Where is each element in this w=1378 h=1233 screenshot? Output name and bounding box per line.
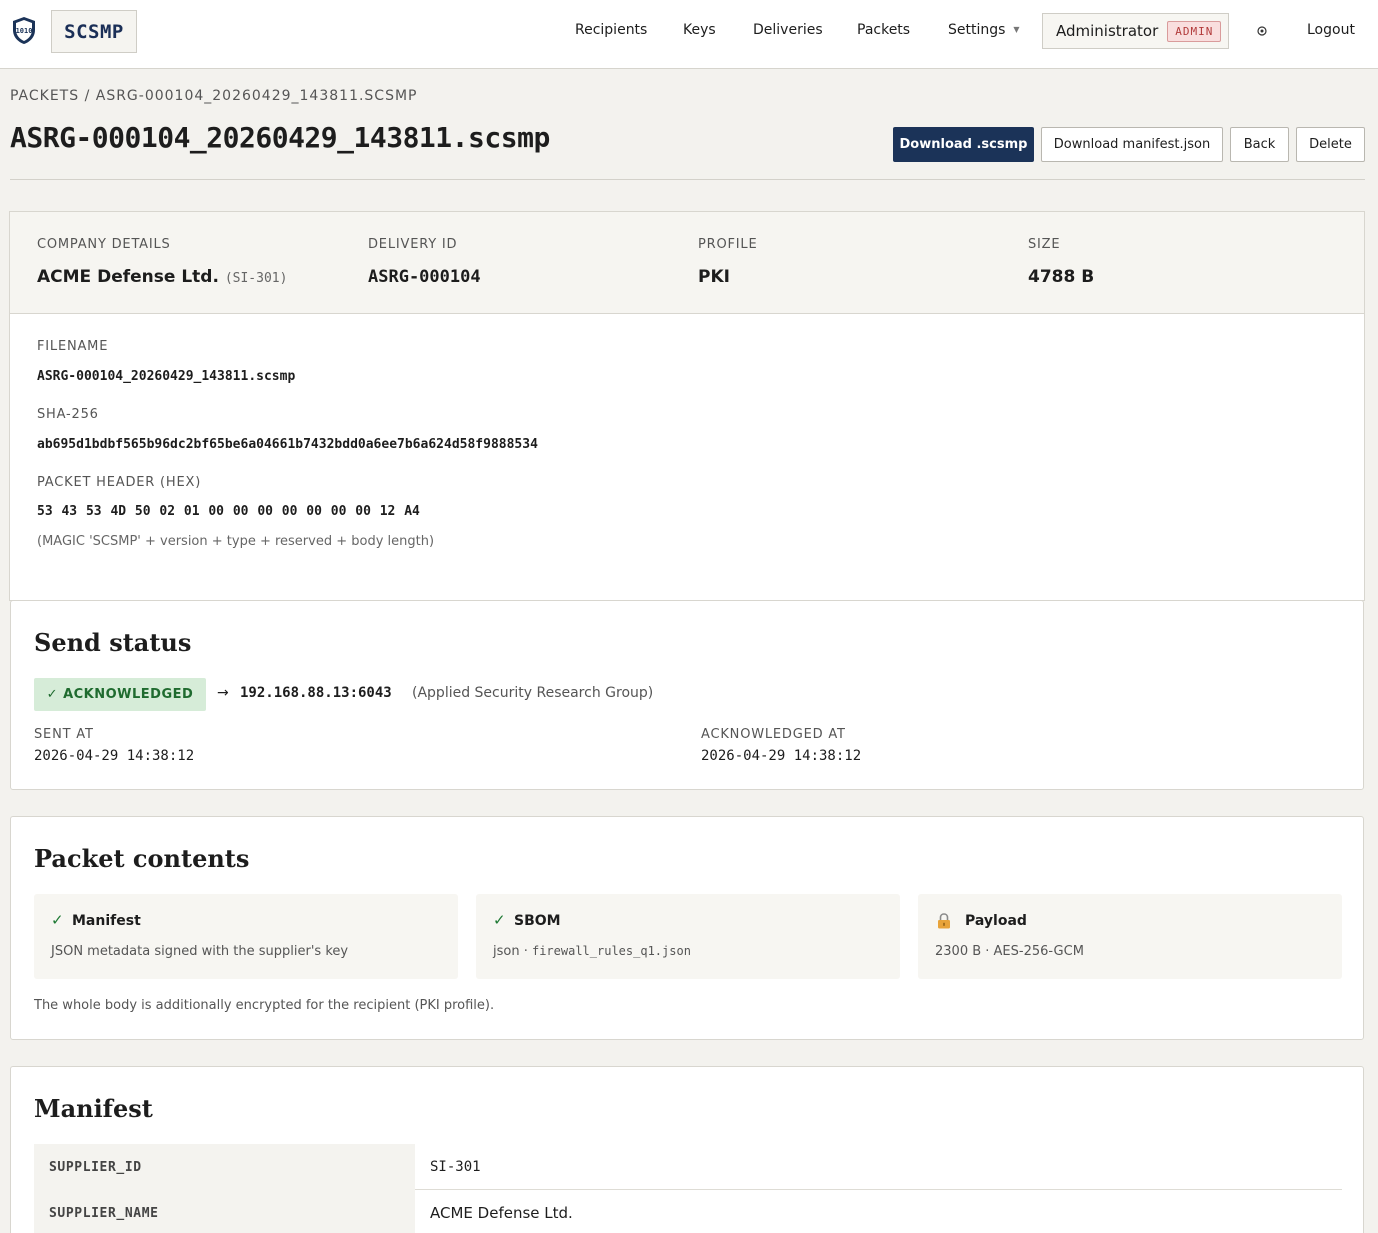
brand-logo[interactable]: SCSMP <box>51 10 137 53</box>
content-card-title: Manifest <box>72 913 141 929</box>
header-hex-value: 53 43 53 4D 50 02 01 00 00 00 00 00 00 0… <box>37 504 420 519</box>
manifest-key: SUPPLIER_NAME <box>34 1190 415 1233</box>
nav-deliveries[interactable]: Deliveries <box>753 22 823 38</box>
content-card-desc: 2300 B · AES-256-GCM <box>935 944 1084 959</box>
check-icon: ✓ <box>493 911 506 929</box>
nav-packets[interactable]: Packets <box>857 22 910 38</box>
send-status-title: Send status <box>34 628 192 657</box>
svg-text:1010: 1010 <box>16 27 33 35</box>
nav-keys[interactable]: Keys <box>683 22 716 38</box>
shield-logo-icon[interactable]: 1010 <box>11 16 37 45</box>
content-card-desc: json · firewall_rules_q1.json <box>493 944 691 959</box>
logout-link[interactable]: Logout <box>1307 22 1355 38</box>
sent-at-value: 2026-04-29 14:38:12 <box>34 748 195 764</box>
size-label: SIZE <box>1028 237 1061 252</box>
divider <box>10 179 1365 180</box>
nav-recipients[interactable]: Recipients <box>575 22 647 38</box>
profile-label: PROFILE <box>698 237 758 252</box>
delete-button[interactable]: Delete <box>1296 127 1365 162</box>
content-card-sbom: ✓ SBOM json · firewall_rules_q1.json <box>476 894 900 979</box>
acknowledged-at-label: ACKNOWLEDGED AT <box>701 727 846 742</box>
summary-header: COMPANY DETAILS ACME Defense Ltd. (SI-30… <box>10 212 1364 314</box>
user-menu[interactable]: Administrator ADMIN <box>1042 13 1229 49</box>
manifest-value: SI-301 <box>430 1159 481 1175</box>
status-badge: ✓ ACKNOWLEDGED <box>34 678 206 711</box>
sbom-format: json · <box>493 944 532 959</box>
packet-contents-title: Packet contents <box>34 844 250 873</box>
sent-at-label: SENT AT <box>34 727 94 742</box>
user-name: Administrator <box>1056 22 1159 40</box>
filename-value: ASRG-000104_20260429_143811.scsmp <box>37 369 296 384</box>
encryption-note: The whole body is additionally encrypted… <box>34 998 495 1013</box>
content-card-title: Payload <box>965 913 1027 929</box>
content-card-payload: Payload 2300 B · AES-256-GCM <box>918 894 1342 979</box>
page-title: ASRG-000104_20260429_143811.scsmp <box>10 121 550 154</box>
sha-label: SHA-256 <box>37 407 99 422</box>
download-manifest-button[interactable]: Download manifest.json <box>1041 127 1223 162</box>
packet-contents-panel: Packet contents ✓ Manifest JSON metadata… <box>10 816 1364 1040</box>
header-hex-label: PACKET HEADER (HEX) <box>37 475 202 490</box>
download-packet-button[interactable]: Download .scsmp <box>893 127 1034 162</box>
header-hex-note: (MAGIC 'SCSMP' + version + type + reserv… <box>37 534 435 549</box>
company-id: (SI-301) <box>224 271 288 286</box>
nav-settings[interactable]: Settings ▼ <box>948 22 1020 38</box>
table-row: SUPPLIER_NAME ACME Defense Ltd. <box>34 1190 1342 1233</box>
delivery-label: DELIVERY ID <box>368 237 458 252</box>
sha-value: ab695d1bdbf565b96dc2bf65be6a04661b7432bd… <box>37 437 538 452</box>
check-icon: ✓ <box>51 911 64 929</box>
company-name: ACME Defense Ltd. <box>37 267 219 287</box>
arrow-icon: → <box>217 685 229 701</box>
content-card-desc: JSON metadata signed with the supplier's… <box>51 944 349 959</box>
size-value: 4788 B <box>1028 267 1095 287</box>
company-value: ACME Defense Ltd. (SI-301) <box>37 267 287 287</box>
top-navbar: 1010 SCSMP Recipients Keys Deliveries Pa… <box>0 0 1378 69</box>
sbom-filename: firewall_rules_q1.json <box>531 944 691 958</box>
profile-value: PKI <box>698 267 730 287</box>
chevron-down-icon: ▼ <box>1013 25 1020 34</box>
send-status-panel: Send status ✓ ACKNOWLEDGED → 192.168.88.… <box>10 600 1364 790</box>
content-card-title: SBOM <box>514 913 561 929</box>
content-card-manifest: ✓ Manifest JSON metadata signed with the… <box>34 894 458 979</box>
role-badge: ADMIN <box>1167 20 1222 42</box>
recipient-name: (Applied Security Research Group) <box>412 685 654 701</box>
manifest-title: Manifest <box>34 1094 153 1123</box>
filename-label: FILENAME <box>37 339 109 354</box>
delivery-id: ASRG-000104 <box>368 267 481 287</box>
table-row: SUPPLIER_ID SI-301 <box>34 1144 1342 1190</box>
recipient-address: 192.168.88.13:6043 <box>240 685 392 701</box>
packet-summary-card: COMPANY DETAILS ACME Defense Ltd. (SI-30… <box>9 211 1365 601</box>
breadcrumb[interactable]: PACKETS / ASRG-000104_20260429_143811.SC… <box>10 88 418 104</box>
back-button[interactable]: Back <box>1230 127 1289 162</box>
manifest-key: SUPPLIER_ID <box>34 1144 415 1190</box>
acknowledged-at-value: 2026-04-29 14:38:12 <box>701 748 862 764</box>
theme-toggle-icon[interactable] <box>1255 24 1269 38</box>
nav-settings-label: Settings <box>948 22 1006 38</box>
manifest-panel: Manifest SUPPLIER_ID SI-301 SUPPLIER_NAM… <box>10 1066 1364 1233</box>
company-label: COMPANY DETAILS <box>37 237 171 252</box>
lock-icon <box>938 913 950 929</box>
manifest-value: ACME Defense Ltd. <box>430 1204 573 1222</box>
